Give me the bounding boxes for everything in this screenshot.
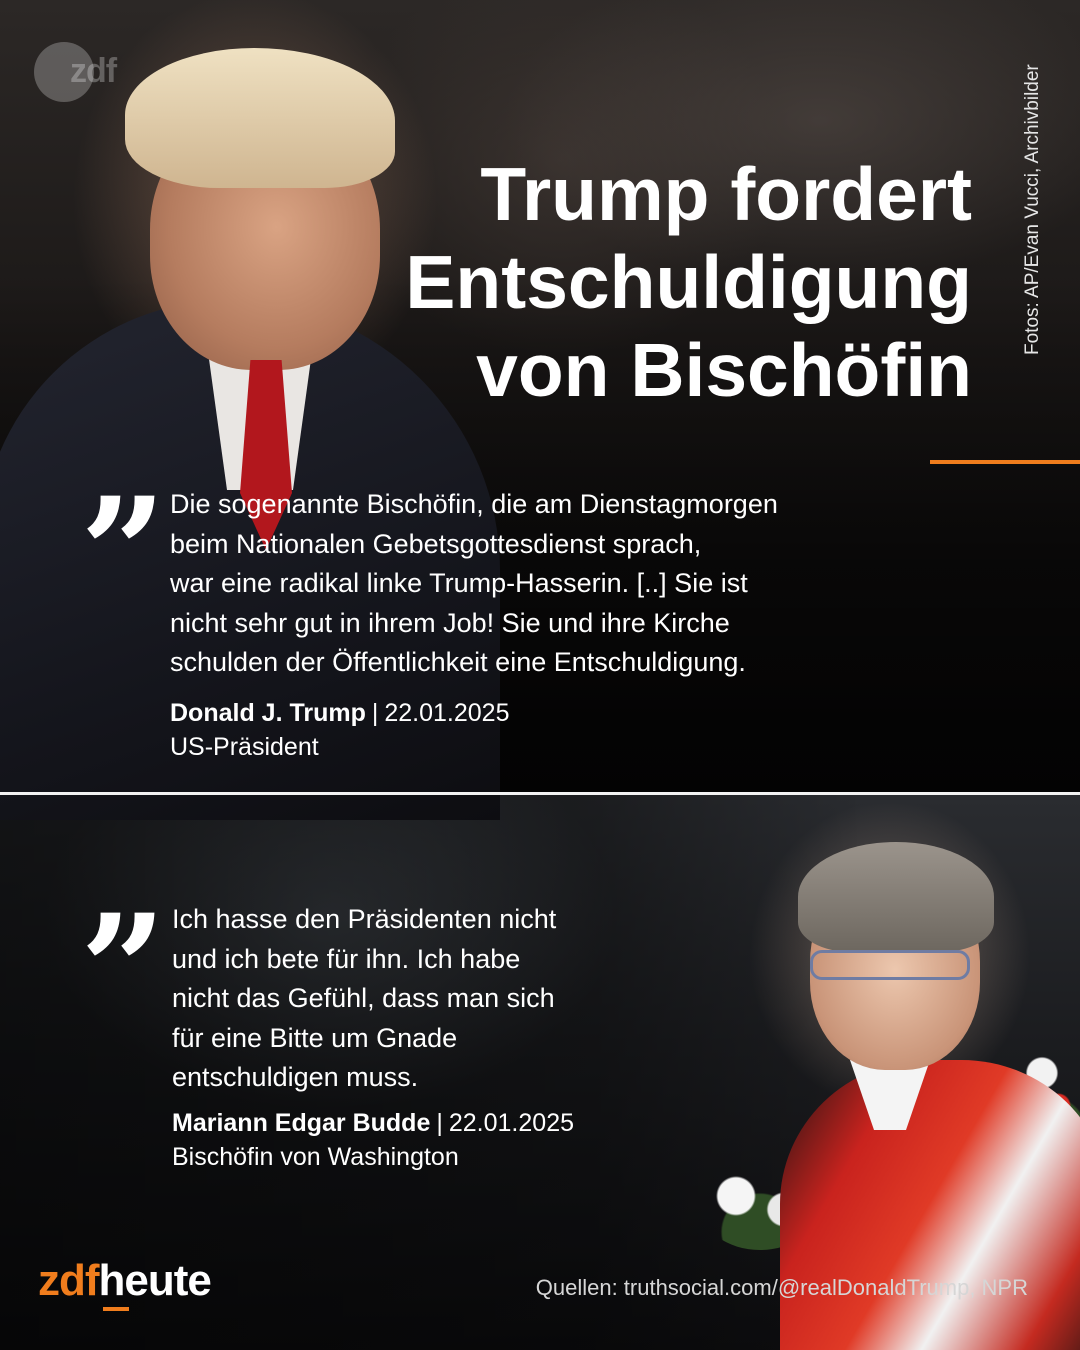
quote-line: nicht sehr gut in ihrem Job! Sie und ihr… (170, 607, 730, 638)
quote-line: Die sogenannte Bischöfin, die am Diensta… (170, 489, 778, 519)
quote-line: beim Nationalen Gebetsgottesdienst sprac… (170, 528, 702, 559)
zdf-watermark: zdf (70, 52, 117, 90)
attribution-separator: | (371, 699, 379, 727)
quote-line: schulden der Öffentlichkeit eine Entschu… (170, 647, 746, 677)
headline: Trump fordert Entschuldigung von Bischöf… (332, 150, 972, 414)
headline-line-1: Trump fordert (480, 152, 972, 236)
attribution-separator: | (436, 1109, 443, 1137)
quote-line: und ich bete für ihn. Ich habe (172, 943, 521, 974)
quote-date: 22.01.2025 (384, 699, 510, 727)
trump-attribution: Donald J. Trump | 22.01.2025 US-Präsident (170, 696, 509, 764)
quote-mark-icon: ” (80, 882, 166, 1058)
quote-line: Ich hasse den Präsidenten nicht (172, 904, 557, 934)
author-name: Donald J. Trump (170, 699, 366, 727)
panel-divider (0, 792, 1080, 795)
quote-line: für eine Bitte um Gnade (172, 1022, 458, 1053)
logo-zdf: zdf (38, 1256, 100, 1305)
zdfheute-logo[interactable]: zdfheute (38, 1256, 212, 1306)
author-role: Bischöfin von Washington (172, 1143, 459, 1171)
headline-line-2: Entschuldigung (405, 240, 972, 324)
author-role: US-Präsident (170, 733, 319, 761)
quote-line: war eine radikal linke Trump-Hasserin. [… (170, 568, 748, 598)
budde-attribution: Mariann Edgar Budde | 22.01.2025 Bischöfin… (172, 1106, 574, 1174)
quote-line: entschuldigen muss. (172, 1062, 419, 1092)
budde-photo-glasses (810, 950, 970, 980)
headline-line-3: von Bischöfin (476, 328, 972, 412)
budde-quote: Ich hasse den Präsidenten nicht und ich … (172, 900, 556, 1098)
author-name: Mariann Edgar Budde (172, 1109, 431, 1137)
social-card: zdf Fotos: AP/Evan Vucci, Archivbilder T… (0, 0, 1080, 1350)
trump-quote: Die sogenannte Bischöfin, die am Diensta… (170, 485, 778, 683)
logo-heute: heute (98, 1256, 212, 1305)
budde-photo-hair (798, 842, 994, 952)
quote-line: nicht das Gefühl, dass man sich (172, 983, 555, 1013)
budde-photo-robe (780, 1060, 1080, 1350)
quote-mark-icon: ” (80, 465, 166, 641)
sources-note: Quellen: truthsocial.com/@realDonaldTrum… (535, 1275, 1028, 1300)
photo-credit: Fotos: AP/Evan Vucci, Archivbilder (1022, 64, 1043, 355)
accent-rule (930, 460, 1080, 464)
quote-date: 22.01.2025 (448, 1109, 574, 1137)
